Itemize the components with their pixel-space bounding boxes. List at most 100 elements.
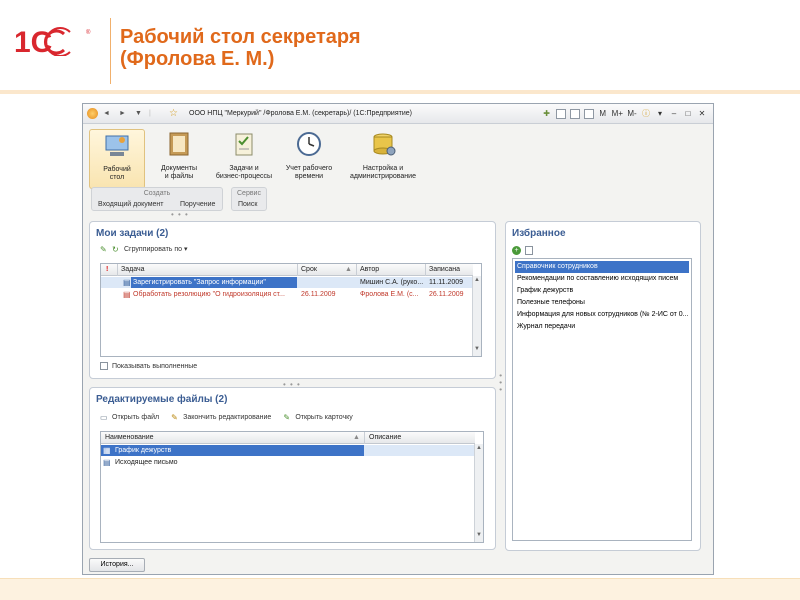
menu-dropdown-icon[interactable]: ▾ [655, 108, 665, 119]
my-tasks-panel: Мои задачи (2) ✎ ↻ Сгруппировать по ▾ ! … [89, 221, 496, 379]
section-documents-label: Документы и файлы [160, 165, 198, 180]
sort-indicator-icon: ▲ [345, 266, 352, 273]
author-column[interactable]: Автор [360, 266, 379, 273]
star-icon[interactable]: ☆ [169, 108, 178, 119]
section-tasks[interactable]: Задачи и бизнес-процессы [211, 129, 277, 189]
favorites-title: Избранное [512, 228, 566, 239]
title-bar: ◄ ► ▼ | ☆ ООО НПЦ "Меркурий" /Фролова Е.… [83, 104, 713, 124]
list-item[interactable]: График дежурств [515, 285, 689, 297]
favorites-toolbar: + [512, 246, 533, 255]
finish-editing-button[interactable]: Закончить редактирование [183, 414, 271, 421]
calendar-icon[interactable] [583, 108, 594, 119]
app-logo-icon[interactable] [87, 108, 98, 119]
open-card-button[interactable]: Открыть карточку [295, 414, 352, 421]
files-scrollbar[interactable]: ▲ ▼ [474, 444, 483, 542]
section-settings[interactable]: Настройка и администрирование [341, 129, 425, 189]
scroll-up-icon[interactable]: ▲ [476, 445, 482, 451]
header-divider [110, 18, 111, 84]
group-by-button[interactable]: Сгруппировать по ▾ [124, 245, 188, 253]
memory-minus-button[interactable]: M- [627, 108, 637, 119]
task-written: 11.11.2009 [429, 279, 463, 286]
history-button[interactable]: История... [89, 558, 145, 572]
app-window: ◄ ► ▼ | ☆ ООО НПЦ "Меркурий" /Фролова Е.… [82, 103, 714, 575]
name-column[interactable]: Наименование [105, 434, 154, 441]
dropdown-arrow-icon[interactable]: ▼ [135, 110, 142, 117]
show-completed-checkbox[interactable] [100, 362, 108, 370]
minimize-icon[interactable]: – [669, 108, 679, 119]
maximize-icon[interactable]: □ [683, 108, 693, 119]
list-item[interactable]: Журнал передачи [515, 321, 689, 333]
file-name: График дежурств [115, 447, 172, 454]
section-desktop-label: Рабочий стол [103, 166, 131, 181]
copy-icon[interactable] [555, 108, 566, 119]
list-item[interactable]: Информация для новых сотрудников (№ 2-ИС… [515, 309, 689, 321]
section-documents[interactable]: Документы и файлы [151, 129, 207, 189]
list-item[interactable]: Рекомендации по составлению исходящих пи… [515, 273, 689, 285]
svg-text:®: ® [86, 29, 91, 36]
written-column[interactable]: Записана [429, 266, 460, 273]
add-icon[interactable]: + [512, 246, 521, 255]
show-completed-label: Показывать выполненные [112, 362, 198, 370]
sort-indicator-icon: ▲ [353, 434, 360, 441]
create-assignment-button[interactable]: Поручение [180, 201, 215, 208]
slide-title-line1: Рабочий стол секретаря [120, 26, 361, 48]
task-name: Обработать резолюцию "О гидроизоляция ст… [133, 291, 285, 298]
table-row[interactable]: ▤ Обработать резолюцию "О гидроизоляция … [101, 289, 473, 300]
open-file-button[interactable]: Открыть файл [112, 414, 159, 421]
task-deadline: 26.11.2009 [301, 291, 336, 298]
splitter-handle[interactable]: • • • [496, 374, 505, 392]
scroll-down-icon[interactable]: ▼ [474, 346, 480, 352]
edit-icon[interactable]: ✎ [100, 245, 108, 254]
open-card-icon: ✎ [283, 413, 291, 422]
bottom-band [0, 578, 800, 600]
memory-button[interactable]: M [598, 108, 608, 119]
header-rule [0, 90, 800, 94]
refresh-icon[interactable]: ↻ [112, 245, 120, 254]
section-time[interactable]: Учет рабочего времени [279, 129, 339, 189]
window-title: ООО НПЦ "Меркурий" /Фролова Е.М. (секрет… [189, 110, 412, 117]
task-author: Мишин С.А. (руко... [360, 279, 424, 286]
create-incoming-document-button[interactable]: Входящий документ [98, 201, 163, 208]
favorites-list: Справочник сотрудников Рекомендации по с… [512, 258, 692, 541]
document-icon[interactable] [525, 246, 533, 255]
1c-logo: 1С ® [14, 26, 91, 56]
back-arrow-icon[interactable]: ◄ [103, 110, 110, 117]
tasks-table: ! Задача Срок ▲ Автор Записана ▤ Зарегис… [100, 263, 482, 357]
slide-title-line2: (Фролова Е. М.) [120, 48, 275, 70]
search-button[interactable]: Поиск [238, 201, 257, 208]
memory-plus-button[interactable]: M+ [612, 108, 623, 119]
settings-icon [373, 133, 396, 156]
editable-files-title: Редактируемые файлы (2) [96, 394, 228, 405]
show-completed-option[interactable]: Показывать выполненные [100, 362, 197, 370]
slide-title: Рабочий стол секретаря (Фролова Е. М.) [120, 26, 540, 70]
list-item[interactable]: Справочник сотрудников [515, 261, 689, 273]
task-icon: ▤ [123, 278, 131, 287]
table-row[interactable]: ▦ График дежурств [101, 445, 475, 456]
table-row[interactable]: ▤ Исходящее письмо [101, 457, 475, 468]
table-icon[interactable] [569, 108, 580, 119]
scroll-down-icon[interactable]: ▼ [476, 532, 482, 538]
favorites-add-icon[interactable]: ✚ [542, 108, 552, 119]
deadline-column[interactable]: Срок [301, 266, 317, 273]
tasks-icon [235, 133, 253, 156]
forward-arrow-icon[interactable]: ► [119, 110, 126, 117]
importance-column[interactable]: ! [106, 266, 108, 273]
splitter-handle[interactable]: • • • [171, 210, 189, 219]
table-row[interactable]: ▤ Зарегистрировать "Запрос информации" М… [101, 277, 473, 288]
file-name: Исходящее письмо [115, 459, 178, 466]
close-icon[interactable]: ✕ [697, 108, 707, 119]
task-column[interactable]: Задача [121, 266, 145, 273]
group-by-label: Сгруппировать по [124, 246, 183, 253]
documents-icon [169, 132, 189, 156]
scroll-up-icon[interactable]: ▲ [474, 277, 480, 283]
list-item[interactable]: Полезные телефоны [515, 297, 689, 309]
create-group-header: Создать [143, 190, 171, 197]
section-desktop[interactable]: Рабочий стол [89, 129, 145, 189]
description-column[interactable]: Описание [369, 434, 401, 441]
section-tasks-label: Задачи и бизнес-процессы [215, 165, 273, 180]
section-time-label: Учет рабочего времени [285, 165, 333, 180]
service-group-header: Сервис [237, 190, 261, 197]
tasks-scrollbar[interactable]: ▲ ▼ [472, 276, 481, 356]
create-group: Создать Входящий документ Поручение [91, 187, 223, 211]
info-icon[interactable]: ⓘ [641, 108, 651, 119]
